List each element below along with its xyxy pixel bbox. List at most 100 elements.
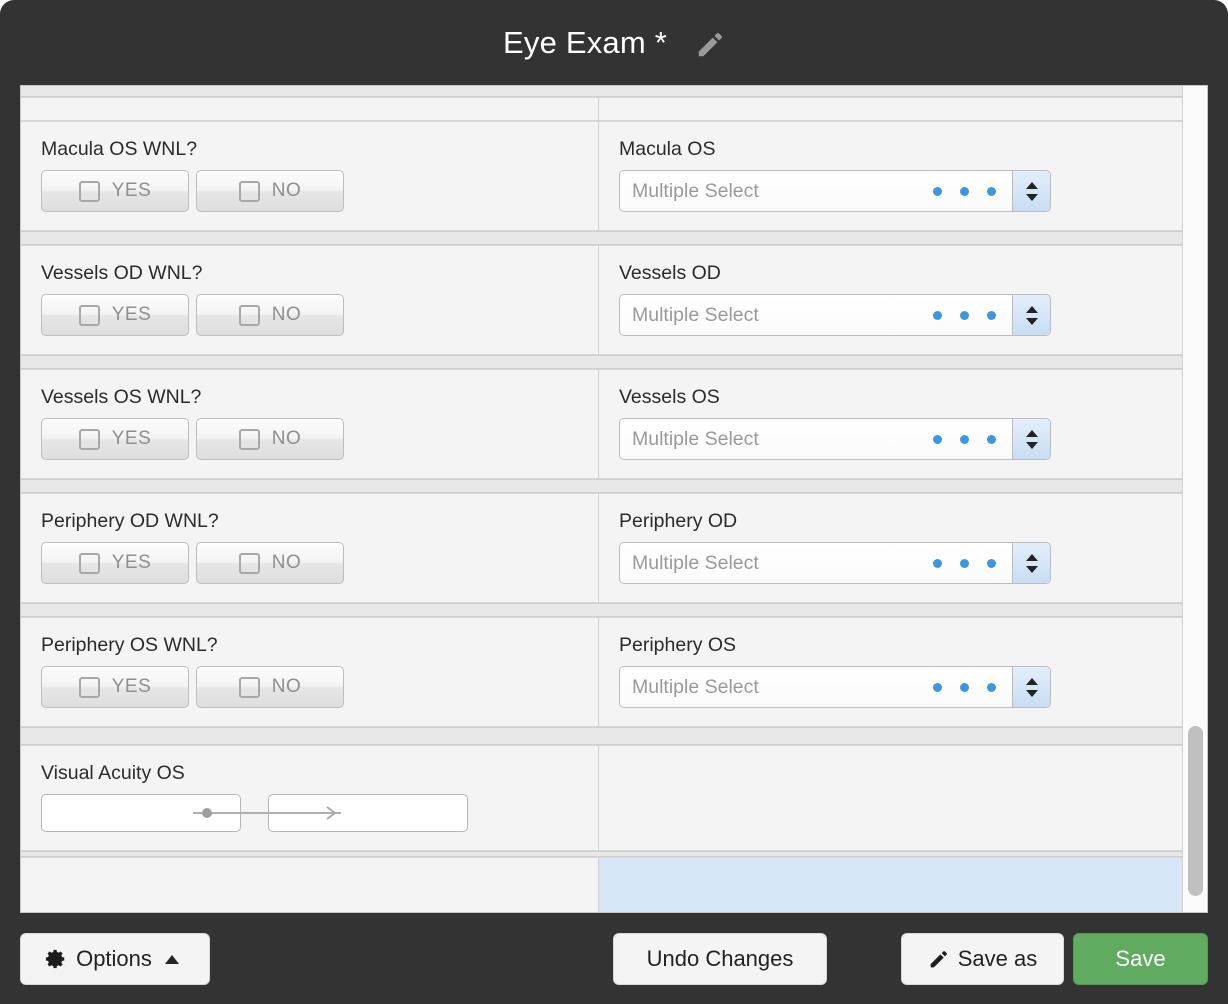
yes-button[interactable]: YES xyxy=(41,170,189,212)
yes-label: YES xyxy=(111,180,152,201)
field-label: Vessels OD WNL? xyxy=(41,262,203,284)
no-label: NO xyxy=(271,428,302,449)
row-vessels-od-cell: Vessels OD Multiple Select xyxy=(599,246,1184,354)
yes-button[interactable]: YES xyxy=(41,542,189,584)
stepper-button[interactable] xyxy=(1012,667,1050,707)
multiple-select[interactable]: Multiple Select xyxy=(619,170,1051,212)
multiple-select-placeholder: Multiple Select xyxy=(632,303,759,326)
row-vessels-os-wnl-cell: Vessels OS WNL? YES NO xyxy=(21,370,599,478)
row-gap xyxy=(21,86,1184,97)
multiple-select-field[interactable]: Multiple Select xyxy=(620,419,1012,459)
save-as-button[interactable]: Save as xyxy=(901,933,1064,985)
yes-button[interactable]: YES xyxy=(41,666,189,708)
arrow-right-icon xyxy=(325,805,341,821)
yes-no-group: YES NO xyxy=(41,170,578,212)
selected-cell[interactable]: ✖ xyxy=(599,858,1184,912)
title-bar: Eye Exam * xyxy=(0,0,1228,85)
yes-no-group: YES NO xyxy=(41,418,578,460)
yes-no-group: YES NO xyxy=(41,666,578,708)
scrollbar-thumb[interactable] xyxy=(1188,726,1203,896)
checkbox-icon xyxy=(238,676,260,698)
row-gap xyxy=(21,231,1184,245)
edit-title-pencil-icon[interactable] xyxy=(695,30,725,60)
undo-changes-button[interactable]: Undo Changes xyxy=(613,933,827,985)
empty-left-cell[interactable] xyxy=(21,858,599,912)
field-label: Vessels OS WNL? xyxy=(41,386,202,408)
form-panel: Macula OS WNL? YES NO Macula OS Multiple… xyxy=(20,85,1208,913)
multiple-select-field[interactable]: Multiple Select xyxy=(620,171,1012,211)
partial-row-right-cell xyxy=(599,98,1184,120)
multiple-select[interactable]: Multiple Select xyxy=(619,294,1051,336)
yes-button[interactable]: YES xyxy=(41,294,189,336)
row-visual-acuity-os-cell: Visual Acuity OS xyxy=(21,746,599,850)
ellipsis-dots-icon[interactable] xyxy=(933,543,996,583)
ellipsis-dots-icon[interactable] xyxy=(933,171,996,211)
field-label: Periphery OS WNL? xyxy=(41,634,218,656)
no-button[interactable]: NO xyxy=(196,418,344,460)
row-gap xyxy=(21,479,1184,493)
chevron-up-icon xyxy=(1025,677,1038,685)
table-row-selected: ✖ xyxy=(21,857,1184,912)
row-periphery-os-wnl-cell: Periphery OS WNL? YES NO xyxy=(21,618,599,726)
ellipsis-dots-icon[interactable] xyxy=(933,667,996,707)
no-button[interactable]: NO xyxy=(196,294,344,336)
form-rows: Macula OS WNL? YES NO Macula OS Multiple… xyxy=(21,86,1184,912)
multiple-select-field[interactable]: Multiple Select xyxy=(620,667,1012,707)
stepper-button[interactable] xyxy=(1012,295,1050,335)
table-row: Periphery OS WNL? YES NO Periphery OS Mu… xyxy=(21,617,1184,727)
gear-icon xyxy=(45,948,67,970)
row-gap xyxy=(21,727,1184,745)
no-button[interactable]: NO xyxy=(196,666,344,708)
multiple-select-field[interactable]: Multiple Select xyxy=(620,295,1012,335)
row-macula-os-wnl-cell: Macula OS WNL? YES NO xyxy=(21,122,599,230)
chevron-down-icon xyxy=(1025,317,1038,325)
options-button[interactable]: Options xyxy=(20,933,210,985)
stepper-button[interactable] xyxy=(1012,543,1050,583)
save-label: Save xyxy=(1115,946,1166,971)
checkbox-icon xyxy=(78,552,100,574)
multiple-select-placeholder: Multiple Select xyxy=(632,179,759,202)
yes-button[interactable]: YES xyxy=(41,418,189,460)
chevron-down-icon xyxy=(1025,689,1038,697)
yes-label: YES xyxy=(111,676,152,697)
row-periphery-os-cell: Periphery OS Multiple Select xyxy=(599,618,1184,726)
row-gap xyxy=(21,355,1184,369)
checkbox-icon xyxy=(78,180,100,202)
row-periphery-od-cell: Periphery OD Multiple Select xyxy=(599,494,1184,602)
no-button[interactable]: NO xyxy=(196,542,344,584)
field-label: Periphery OS xyxy=(619,634,737,656)
multiple-select[interactable]: Multiple Select xyxy=(619,418,1051,460)
stepper-button[interactable] xyxy=(1012,419,1050,459)
checkbox-icon xyxy=(78,428,100,450)
application-window: Eye Exam * Macula OS WNL? YES NO Macula … xyxy=(0,0,1228,1004)
checkbox-icon xyxy=(238,304,260,326)
multiple-select-placeholder: Multiple Select xyxy=(632,675,759,698)
table-row: Vessels OD WNL? YES NO Vessels OD Multip… xyxy=(21,245,1184,355)
multiple-select[interactable]: Multiple Select xyxy=(619,666,1051,708)
save-button[interactable]: Save xyxy=(1073,933,1208,985)
visual-acuity-linked-inputs xyxy=(41,794,578,832)
caret-up-icon xyxy=(164,954,179,964)
ellipsis-dots-icon[interactable] xyxy=(933,419,996,459)
vertical-scrollbar[interactable] xyxy=(1182,86,1207,912)
field-label: Macula OS xyxy=(619,138,716,160)
chevron-up-icon xyxy=(1025,305,1038,313)
field-label: Periphery OD WNL? xyxy=(41,510,219,532)
checkbox-icon xyxy=(238,180,260,202)
multiple-select-field[interactable]: Multiple Select xyxy=(620,543,1012,583)
page-title: Eye Exam * xyxy=(503,24,667,60)
field-label: Macula OS WNL? xyxy=(41,138,198,160)
chevron-up-icon xyxy=(1025,553,1038,561)
no-label: NO xyxy=(271,676,302,697)
stepper-button[interactable] xyxy=(1012,171,1050,211)
field-label: Periphery OD xyxy=(619,510,738,532)
no-button[interactable]: NO xyxy=(196,170,344,212)
checkbox-icon xyxy=(238,428,260,450)
multiple-select[interactable]: Multiple Select xyxy=(619,542,1051,584)
multiple-select-placeholder: Multiple Select xyxy=(632,551,759,574)
table-row: Periphery OD WNL? YES NO Periphery OD Mu… xyxy=(21,493,1184,603)
no-label: NO xyxy=(271,180,302,201)
ellipsis-dots-icon[interactable] xyxy=(933,295,996,335)
no-label: NO xyxy=(271,552,302,573)
yes-no-group: YES NO xyxy=(41,542,578,584)
